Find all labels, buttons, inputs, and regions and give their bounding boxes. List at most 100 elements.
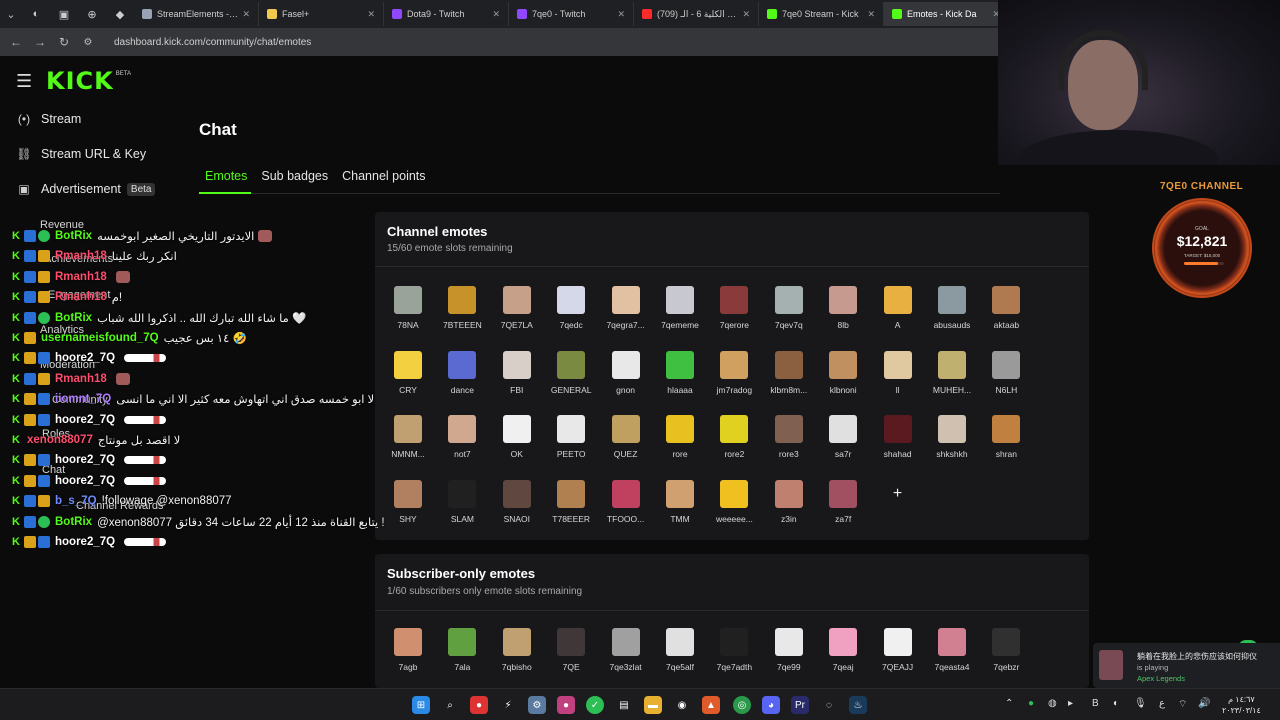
emote-item[interactable]: 7qe99 [764, 628, 814, 690]
emote-item[interactable]: A [873, 286, 923, 348]
emote-item[interactable]: PEETO [546, 415, 596, 477]
emote-item[interactable]: 7qedc [546, 286, 596, 348]
emote-item[interactable]: 7qeasta4 [927, 628, 977, 690]
emote-item[interactable]: T78EEER [546, 479, 596, 542]
emote-item[interactable]: jm7radog [709, 350, 759, 413]
chat-username[interactable]: Rmanh18 [55, 271, 107, 283]
emote-item[interactable]: 7qememe [655, 286, 705, 348]
chat-username[interactable]: hoore2_7Q [55, 454, 115, 466]
emote-item[interactable]: sa7r [818, 415, 868, 477]
emote-item[interactable]: rore2 [709, 415, 759, 477]
emote-item[interactable]: SLAM [437, 479, 487, 542]
emote-item[interactable]: OK [492, 415, 542, 477]
start-icon[interactable]: ⊞ [412, 696, 430, 714]
browser-tab[interactable]: Emotes - Kick Da ✕ [884, 2, 1009, 26]
kick-logo[interactable]: KICK [46, 67, 114, 95]
emote-item[interactable]: z3in [764, 479, 814, 542]
emote-item[interactable]: 7ala [437, 628, 487, 690]
chrome-icon[interactable]: ◎ [733, 696, 751, 714]
tab-close-icon[interactable]: ✕ [367, 9, 375, 20]
emote-item[interactable]: gnon [601, 350, 651, 413]
emote-item[interactable]: 7QEAJJ [873, 628, 923, 690]
premiere-icon[interactable]: Pr [791, 696, 809, 714]
emote-item[interactable]: 7qe7adth [709, 628, 759, 690]
tab-emotes[interactable]: Emotes [199, 166, 253, 194]
tab-close-icon[interactable]: ✕ [617, 9, 625, 20]
pinned-tab-1[interactable]: ◐ [22, 3, 50, 25]
app-icon-5[interactable]: ▤ [615, 696, 633, 714]
tab-close-icon[interactable]: ✕ [867, 9, 875, 20]
back-icon[interactable]: ← [4, 35, 28, 49]
emote-item[interactable]: CRY [383, 350, 433, 413]
emote-item[interactable]: dance [437, 350, 487, 413]
chat-username[interactable]: hoore2_7Q [55, 475, 115, 487]
browser-tab[interactable]: Dota9 - Twitch ✕ [384, 2, 509, 26]
forward-icon[interactable]: → [28, 35, 52, 49]
emote-item[interactable]: NMNM... [383, 415, 433, 477]
tray-app-icon-2[interactable]: ▸ [1068, 698, 1073, 709]
chat-username[interactable]: Rmanh18 [55, 250, 107, 262]
file-explorer-icon[interactable]: ▬ [644, 696, 662, 714]
steam-icon[interactable]: ♨ [849, 696, 867, 714]
menu-icon[interactable]: ☰ [16, 71, 36, 92]
pinned-tab-3[interactable]: ⊕ [78, 3, 106, 25]
volume-icon[interactable]: 🔊 [1198, 698, 1210, 709]
browser-tab[interactable]: StreamElements - 7qe0 ✕ [134, 2, 259, 26]
url-text[interactable]: dashboard.kick.com/community/chat/emotes [114, 37, 311, 48]
chat-username[interactable]: b_s_7Q [55, 495, 97, 507]
emote-item[interactable]: 7qbisho [492, 628, 542, 690]
emote-item[interactable]: 7qerore [709, 286, 759, 348]
chat-username[interactable]: BotRix [55, 230, 92, 242]
tab-close-icon[interactable]: ✕ [492, 9, 500, 20]
emote-item[interactable]: 7qe3zlat [601, 628, 651, 690]
emote-item[interactable]: 7qegra7... [601, 286, 651, 348]
obs-icon[interactable]: ◌ [820, 696, 838, 714]
chat-username[interactable]: BotRix [55, 516, 92, 528]
emote-item[interactable]: TMM [655, 479, 705, 542]
emote-item[interactable]: SHY [383, 479, 433, 542]
emote-item[interactable]: MUHEH... [927, 350, 977, 413]
app-icon-6[interactable]: ◉ [673, 696, 691, 714]
taskbar-clock[interactable]: ١٤:٦٧ م ٢٠٢٣/٠٣/١٤ [1222, 694, 1261, 716]
emote-item[interactable]: abusauds [927, 286, 977, 348]
settings-icon[interactable]: ⚙ [528, 696, 546, 714]
chat-username[interactable]: iiomnt_7Q [55, 393, 111, 405]
emote-item[interactable]: 78NA [383, 286, 433, 348]
discord-icon[interactable]: ◕ [762, 696, 780, 714]
chat-username[interactable]: BotRix [55, 312, 92, 324]
chat-username[interactable]: xenon88077 [27, 434, 93, 446]
site-info-icon[interactable]: ⚙ [76, 37, 100, 48]
sidebar-item-advertisement[interactable]: ▣ Advertisement Beta [16, 182, 156, 196]
chat-username[interactable]: hoore2_7Q [55, 536, 115, 548]
tray-app-icon-3[interactable]: B [1092, 698, 1099, 709]
app-icon-3[interactable]: ● [557, 696, 575, 714]
chat-username[interactable]: Rmanh18 [55, 373, 107, 385]
chat-username[interactable]: hoore2_7Q [55, 352, 115, 364]
brave-icon[interactable]: ▲ [702, 696, 720, 714]
emote-item[interactable]: 7qev7q [764, 286, 814, 348]
browser-tab[interactable]: 7qe0 Stream - Kick ✕ [759, 2, 884, 26]
search-icon[interactable]: ⌕ [441, 696, 459, 714]
browser-tab[interactable]: Fasel+ ✕ [259, 2, 384, 26]
emote-item[interactable]: za7f [818, 479, 868, 542]
tray-app-icon-1[interactable]: ◍ [1048, 698, 1057, 709]
emote-item[interactable]: 7qebzr [981, 628, 1031, 690]
emote-item[interactable]: shkshkh [927, 415, 977, 477]
tray-chevron-icon[interactable]: ⌃ [1005, 698, 1013, 709]
emote-item[interactable]: rore [655, 415, 705, 477]
network-icon[interactable]: ⌔ [1178, 698, 1187, 711]
emote-item[interactable]: shahad [873, 415, 923, 477]
tab-close-icon[interactable]: ✕ [242, 9, 250, 20]
emote-item[interactable]: TFOOO... [601, 479, 651, 542]
app-icon-4[interactable]: ✓ [586, 696, 604, 714]
emote-item[interactable]: klbnoni [818, 350, 868, 413]
emote-item[interactable]: ll [873, 350, 923, 413]
emote-item[interactable]: 7qeaj [818, 628, 868, 690]
browser-tab[interactable]: 7qe0 - Twitch ✕ [509, 2, 634, 26]
game-notification[interactable]: 躺着在我脸上的悲伤应该如何抑仪 is playing Apex Legends [1093, 643, 1280, 688]
tab-channel-points[interactable]: Channel points [336, 166, 431, 194]
pinned-tab-4[interactable]: ◆ [106, 3, 134, 25]
emote-item[interactable]: not7 [437, 415, 487, 477]
emote-item[interactable]: SNAOI [492, 479, 542, 542]
emote-item[interactable]: FBI [492, 350, 542, 413]
